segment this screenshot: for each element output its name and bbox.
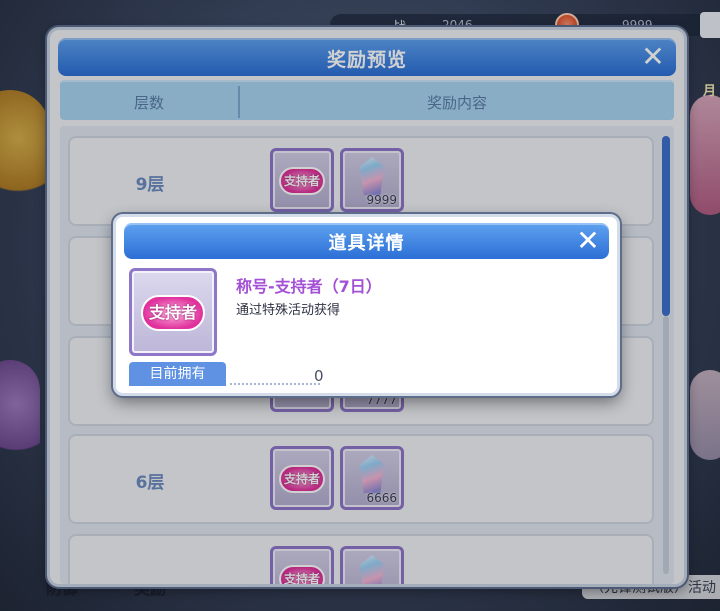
item-name: 称号-支持者（7日）: [236, 277, 382, 296]
owned-label: 目前拥有: [129, 362, 226, 386]
item-description: 通过特殊活动获得: [236, 303, 341, 318]
owned-dots: [230, 383, 320, 385]
owned-count: 0: [314, 367, 324, 385]
close-icon[interactable]: ✕: [573, 226, 603, 256]
item-icon-frame: 支持者: [129, 268, 217, 356]
title-badge-icon: 支持者: [141, 295, 205, 331]
item-detail-popup: 道具详情 ✕ 支持者 称号-支持者（7日） 通过特殊活动获得 目前拥有 0: [113, 214, 620, 396]
item-detail-header: 道具详情 ✕: [124, 223, 609, 259]
item-detail-title: 道具详情: [328, 233, 405, 254]
